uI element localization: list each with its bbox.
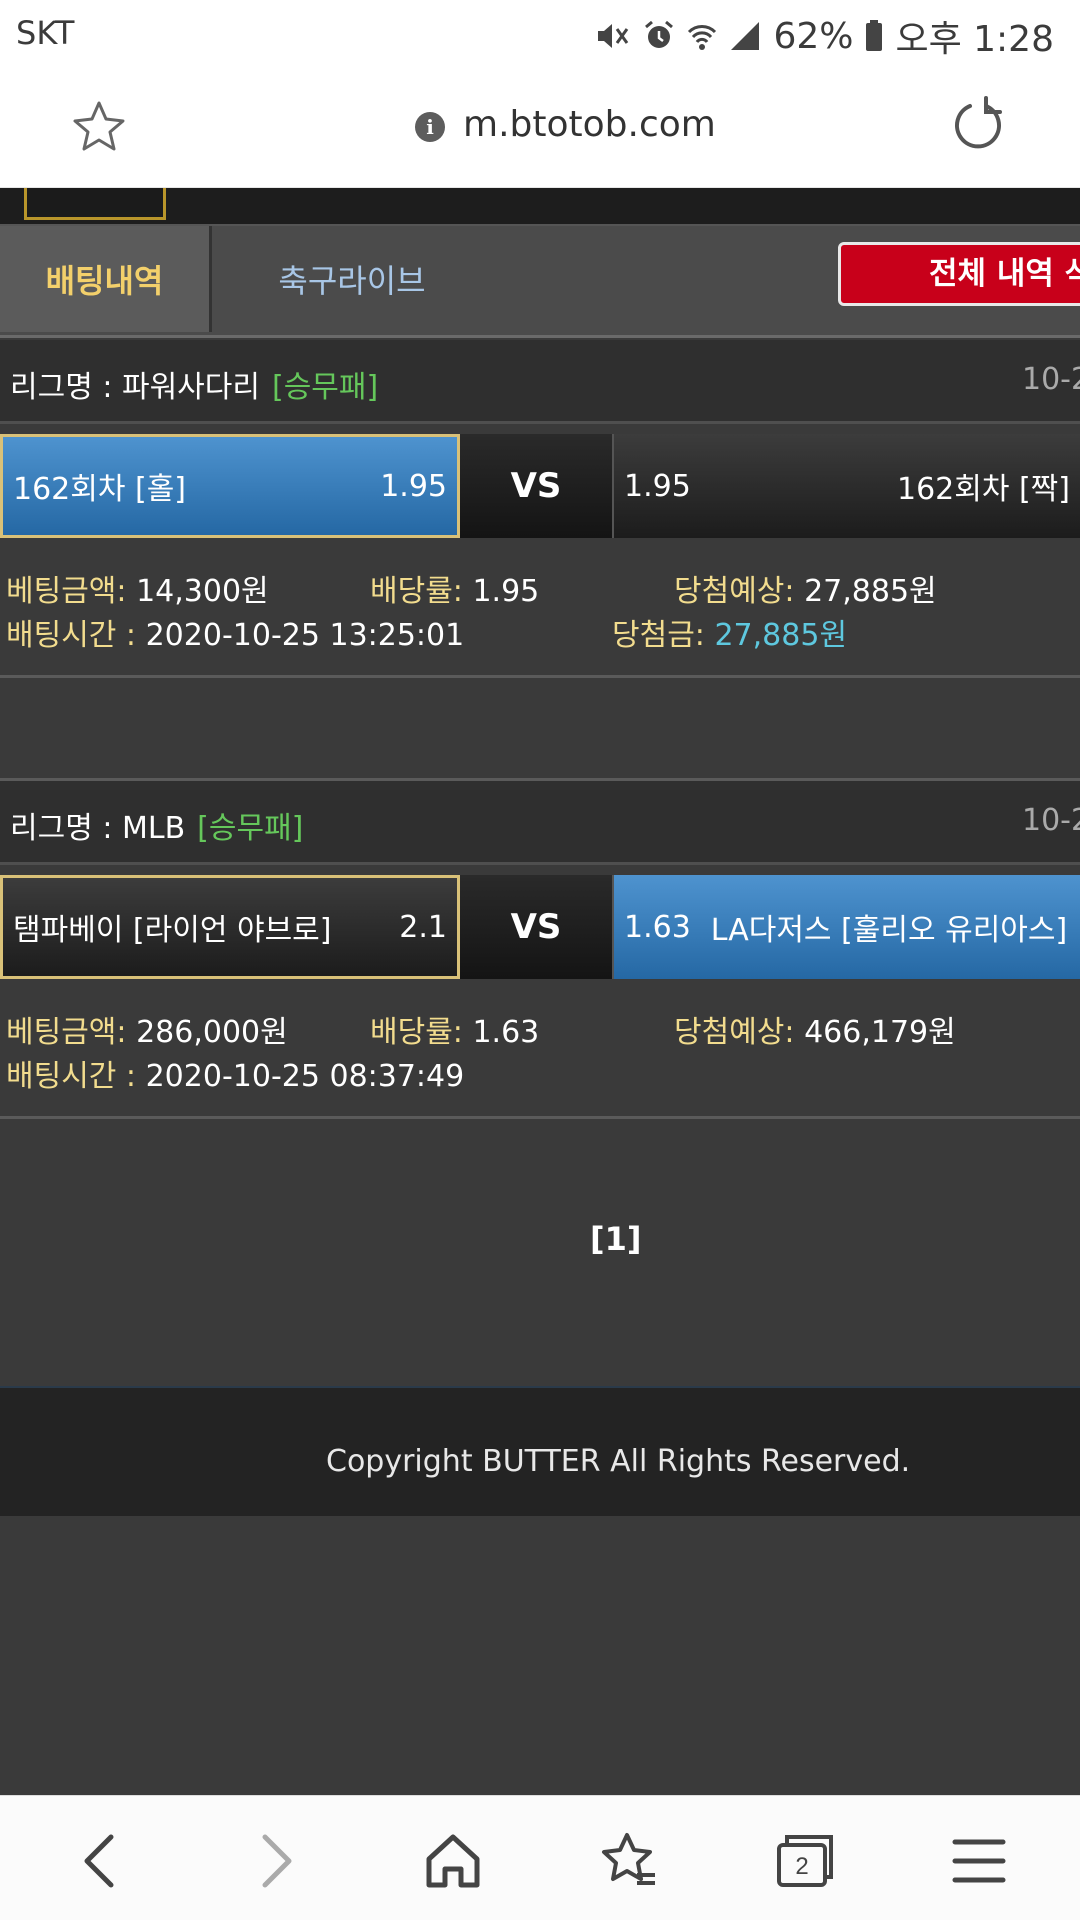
expected-label: 당첨예상: xyxy=(674,574,795,609)
amount-value: 286,000원 xyxy=(136,1015,288,1050)
league-header: 리그명 : MLB [승무패] 10-2 xyxy=(0,781,1080,865)
battery-percent: 62% xyxy=(773,15,854,57)
carrier-label: SKT xyxy=(16,14,75,52)
site-header xyxy=(0,188,1080,224)
bookmark-star-icon[interactable] xyxy=(70,98,128,160)
mute-icon xyxy=(595,20,631,52)
expected-value: 27,885원 xyxy=(804,574,937,609)
status-bar: SKT 62% 오후 1:28 xyxy=(0,0,1080,64)
bet-date: 10-2 xyxy=(1022,803,1080,838)
alarm-icon xyxy=(643,20,675,52)
home-odds: 2.1 xyxy=(399,909,447,945)
league-name: 리그명 : MLB xyxy=(10,811,186,846)
menu-icon[interactable] xyxy=(944,1826,1014,1896)
clock: 오후 1:28 xyxy=(895,19,1054,60)
away-team: 162회차 [짝] xyxy=(896,472,1070,507)
home-icon[interactable] xyxy=(418,1826,488,1896)
bet-card: 리그명 : 파워사다리 [승무패] 10-2 162회차 [홀] 1.95 VS … xyxy=(0,340,1080,678)
battery-icon xyxy=(865,20,883,52)
footer: Copyright BUTTER All Rights Reserved. xyxy=(0,1386,1080,1516)
expected-value: 466,179원 xyxy=(804,1015,956,1050)
away-team: LA다저스 [훌리오 유리아스] xyxy=(710,913,1068,948)
bet-date: 10-2 xyxy=(1022,362,1080,397)
home-option[interactable]: 탬파베이 [라이언 야브로] 2.1 xyxy=(0,875,460,979)
signal-icon xyxy=(729,20,761,52)
home-team: 162회차 [홀] xyxy=(13,472,187,507)
tab-bar: 배팅내역 축구라이브 전체 내역 삭 xyxy=(0,224,1080,338)
amount-label: 베팅금액: xyxy=(6,1015,127,1050)
expected-label: 당첨예상: xyxy=(674,1015,795,1050)
site-info-icon[interactable]: i xyxy=(415,112,445,142)
bet-type: [승무패] xyxy=(271,370,379,405)
amount-label: 베팅금액: xyxy=(6,574,127,609)
league-name: 리그명 : 파워사다리 xyxy=(10,370,260,405)
vs-label: VS xyxy=(460,875,612,979)
win-label: 당첨금: xyxy=(612,618,705,653)
away-odds: 1.95 xyxy=(624,468,691,504)
match-row: 162회차 [홀] 1.95 VS 1.95 162회차 [짝] xyxy=(0,434,1080,538)
back-icon[interactable] xyxy=(64,1826,134,1896)
rate-label: 배당률: xyxy=(370,1015,463,1050)
tabs-count: 2 xyxy=(795,1853,808,1880)
time-label: 배팅시간 : xyxy=(6,618,137,653)
time-label: 배팅시간 : xyxy=(6,1059,137,1094)
url-text[interactable]: m.btotob.com xyxy=(463,104,716,145)
amount-value: 14,300원 xyxy=(136,574,269,609)
forward-icon[interactable] xyxy=(242,1826,312,1896)
tabs-icon[interactable]: 2 xyxy=(770,1826,840,1896)
browser-bottom-nav: 2 xyxy=(0,1795,1080,1920)
browser-url-bar: i m.btotob.com xyxy=(0,64,1080,188)
tab-soccer-live[interactable]: 축구라이브 xyxy=(212,226,492,332)
site-logo[interactable] xyxy=(24,188,166,220)
away-option[interactable]: 1.63 LA다저스 [훌리오 유리아스] xyxy=(612,875,1080,979)
time-value: 2020-10-25 08:37:49 xyxy=(145,1059,465,1094)
copyright-text: Copyright BUTTER All Rights Reserved. xyxy=(326,1444,911,1479)
away-odds: 1.63 xyxy=(624,909,691,945)
pagination-page-1[interactable]: [1] xyxy=(590,1220,642,1258)
rate-label: 배당률: xyxy=(370,574,463,609)
time-value: 2020-10-25 13:25:01 xyxy=(145,618,465,653)
away-option[interactable]: 1.95 162회차 [짝] xyxy=(612,434,1080,538)
tab-betting-history[interactable]: 배팅내역 xyxy=(0,226,212,332)
rate-value: 1.95 xyxy=(472,574,540,609)
league-header: 리그명 : 파워사다리 [승무패] 10-2 xyxy=(0,340,1080,424)
rate-value: 1.63 xyxy=(472,1015,540,1050)
delete-all-button[interactable]: 전체 내역 삭 xyxy=(838,242,1080,306)
vs-label: VS xyxy=(460,434,612,538)
bet-details: 베팅금액: 14,300원 배당률: 1.95 당첨예상: 27,885원 배팅… xyxy=(0,538,1080,678)
home-team: 탬파베이 [라이언 야브로] xyxy=(13,913,332,948)
bet-type: [승무패] xyxy=(197,811,304,846)
bet-card: 리그명 : MLB [승무패] 10-2 탬파베이 [라이언 야브로] 2.1 V… xyxy=(0,778,1080,1119)
wifi-icon xyxy=(687,20,717,52)
win-value: 27,885원 xyxy=(714,618,848,653)
reload-icon[interactable] xyxy=(948,96,1006,158)
home-option[interactable]: 162회차 [홀] 1.95 xyxy=(0,434,460,538)
home-odds: 1.95 xyxy=(380,468,447,504)
bet-details: 베팅금액: 286,000원 배당률: 1.63 당첨예상: 466,179원 … xyxy=(0,979,1080,1119)
match-row: 탬파베이 [라이언 야브로] 2.1 VS 1.63 LA다저스 [훌리오 유리… xyxy=(0,875,1080,979)
bookmarks-icon[interactable] xyxy=(594,1826,664,1896)
